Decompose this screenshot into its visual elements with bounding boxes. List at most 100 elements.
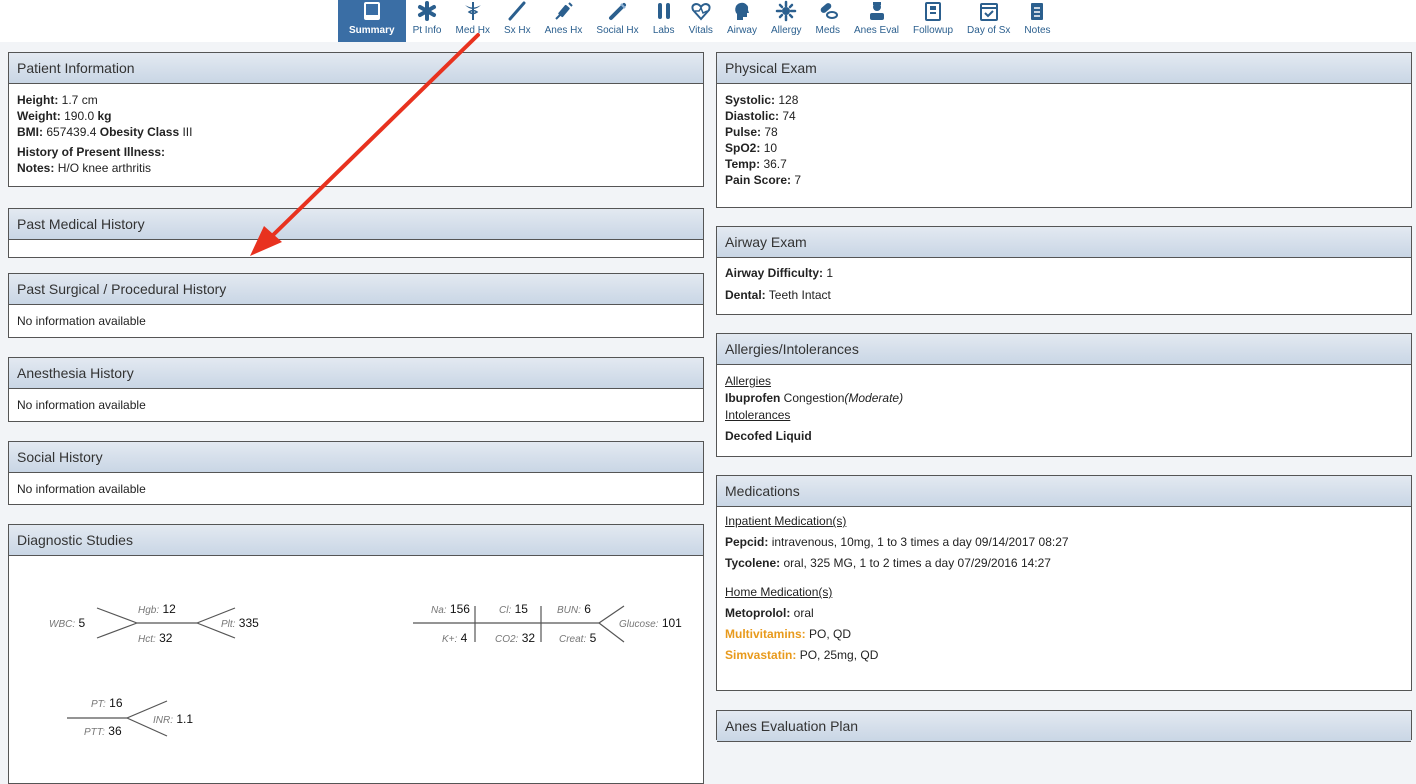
- home-med-item: Simvastatin: PO, 25mg, QD: [725, 645, 1403, 666]
- tab-followup[interactable]: Followup: [906, 0, 960, 42]
- tab-day-of-sx[interactable]: Day of Sx: [960, 0, 1017, 42]
- tab-label: Notes: [1024, 25, 1051, 36]
- plt-value: 335: [238, 616, 259, 630]
- cl-value: 15: [514, 602, 528, 616]
- bun-value: 6: [584, 602, 591, 616]
- past-surgical-history-panel: Past Surgical / Procedural History No in…: [8, 273, 704, 338]
- airway-difficulty-value: 1: [826, 266, 834, 280]
- tab-vitals[interactable]: Vitals: [682, 0, 720, 42]
- inr-key: INR:: [153, 715, 173, 726]
- glucose-value: 101: [661, 616, 682, 630]
- diagnostic-studies-panel: Diagnostic Studies WBC: 5 Hgb: 12 Plt: 3…: [8, 524, 704, 784]
- airway-difficulty-label: Airway Difficulty:: [725, 266, 824, 280]
- inpatient-heading: Inpatient Medication(s): [725, 514, 847, 528]
- scalpel-icon: [508, 1, 526, 21]
- med-detail: PO, QD: [809, 627, 852, 641]
- hgb-value: 12: [162, 602, 176, 616]
- allergy-icon: [775, 0, 797, 22]
- tab-label: Anes Eval: [853, 25, 900, 36]
- cigarette-icon: [608, 3, 626, 20]
- bun-key: BUN:: [557, 605, 581, 616]
- spo2-value: 10: [763, 141, 778, 155]
- panel-title: Past Medical History: [9, 209, 703, 240]
- na-key: Na:: [431, 605, 447, 616]
- pills-icon: [820, 3, 838, 19]
- tab-label: Med Hx: [455, 25, 490, 36]
- med-name: Simvastatin:: [725, 648, 797, 662]
- tab-label: Summary: [349, 25, 395, 36]
- tab-pt-info[interactable]: Pt Info: [406, 0, 449, 42]
- tab-anes-hx[interactable]: Anes Hx: [538, 0, 590, 42]
- bmi-class-label: Obesity Class: [99, 125, 180, 139]
- intolerance-item: Decofed Liquid: [725, 429, 812, 443]
- allergy-severity: (Moderate): [844, 391, 904, 405]
- creat-value: 5: [589, 631, 597, 645]
- ptt-value: 36: [108, 724, 122, 738]
- diastolic-label: Diastolic:: [725, 109, 780, 123]
- med-name: Tycolene:: [725, 556, 781, 570]
- patient-information-panel: Patient Information Height: 1.7 cm Weigh…: [8, 52, 704, 187]
- allergy-name: Ibuprofen: [725, 391, 781, 405]
- glucose-key: Glucose:: [619, 619, 659, 630]
- notes-value: H/O knee arthritis: [57, 161, 152, 175]
- spo2-label: SpO2:: [725, 141, 761, 155]
- ptt-key: PTT:: [84, 727, 105, 738]
- tab-summary[interactable]: Summary: [338, 0, 406, 42]
- nav-tabs: Summary Pt Info Med Hx Sx Hx Anes Hx Soc…: [338, 0, 1058, 42]
- test-tubes-icon: [657, 3, 670, 19]
- pain-score-value: 7: [794, 173, 802, 187]
- panel-title: Past Surgical / Procedural History: [9, 274, 703, 305]
- panel-title: Airway Exam: [717, 227, 1411, 258]
- height-label: Height:: [17, 93, 59, 107]
- temp-label: Temp:: [725, 157, 761, 171]
- head-profile-icon: [735, 2, 749, 21]
- home-med-item: Multivitamins: PO, QD: [725, 624, 1403, 645]
- tab-notes[interactable]: Notes: [1017, 0, 1057, 42]
- pulse-label: Pulse:: [725, 125, 762, 139]
- med-detail: PO, 25mg, QD: [799, 648, 879, 662]
- tab-social-hx[interactable]: Social Hx: [589, 0, 645, 42]
- pt-value: 16: [109, 696, 123, 710]
- tab-med-hx[interactable]: Med Hx: [448, 0, 496, 42]
- tab-anes-eval[interactable]: Anes Eval: [847, 0, 906, 42]
- empty-message: No information available: [17, 398, 146, 412]
- tab-label: Labs: [652, 25, 675, 36]
- panel-title: Anes Evaluation Plan: [717, 711, 1411, 742]
- systolic-value: 128: [778, 93, 799, 107]
- pain-score-label: Pain Score:: [725, 173, 792, 187]
- bmi-label: BMI:: [17, 125, 43, 139]
- hpi-label: History of Present: [17, 145, 121, 159]
- tab-label: Social Hx: [596, 25, 639, 36]
- inr-value: 1.1: [176, 712, 194, 726]
- home-heading: Home Medication(s): [725, 585, 833, 599]
- tab-label: Airway: [726, 25, 757, 36]
- na-value: 156: [449, 602, 470, 616]
- tab-labs[interactable]: Labs: [646, 0, 682, 42]
- tab-label: Pt Info: [412, 25, 442, 36]
- tab-allergy[interactable]: Allergy: [764, 0, 809, 42]
- hct-key: Hct:: [138, 634, 156, 645]
- tab-airway[interactable]: Airway: [720, 0, 764, 42]
- pt-key: PT:: [91, 699, 106, 710]
- syringe-icon: [554, 2, 573, 20]
- med-detail: intravenous, 10mg, 1 to 3 times a day 09…: [771, 535, 1069, 549]
- notes-label: Notes:: [17, 161, 55, 175]
- notes-icon: [1031, 3, 1044, 20]
- tab-label: Followup: [913, 25, 954, 36]
- physical-exam-panel: Physical Exam Systolic: 128 Diastolic: 7…: [716, 52, 1412, 208]
- calendar-check-icon: [979, 3, 998, 21]
- past-medical-history-panel: Past Medical History: [8, 208, 704, 258]
- inpatient-med-item: Tycolene: oral, 325 MG, 1 to 2 times a d…: [725, 553, 1403, 574]
- tab-meds[interactable]: Meds: [809, 0, 847, 42]
- tab-sx-hx[interactable]: Sx Hx: [497, 0, 538, 42]
- weight-unit: kg: [97, 109, 112, 123]
- weight-value: 190.0: [64, 109, 95, 123]
- empty-message: No information available: [17, 482, 146, 496]
- tab-label: Day of Sx: [967, 25, 1011, 36]
- diastolic-value: 74: [782, 109, 796, 123]
- caduceus-icon: [464, 2, 481, 20]
- bmi-class-value: III: [182, 125, 193, 139]
- co2-key: CO2:: [495, 634, 519, 645]
- creat-key: Creat:: [559, 634, 587, 645]
- med-detail: oral, 325 MG, 1 to 2 times a day 07/29/2…: [783, 556, 1051, 570]
